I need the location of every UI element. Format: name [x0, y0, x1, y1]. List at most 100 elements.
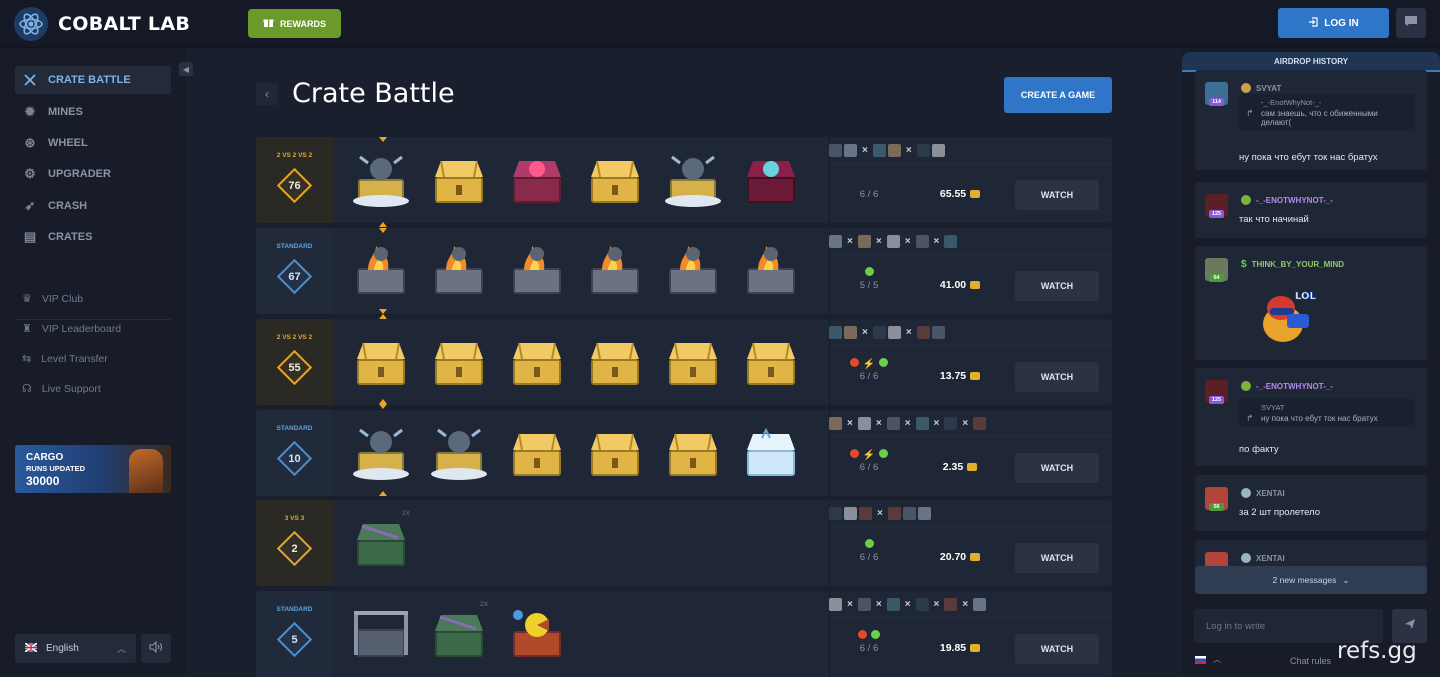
sidebar-item-crates[interactable]: ▤ CRATES	[15, 223, 171, 251]
airdrop-history-tab[interactable]: AIRDROP HISTORY	[1182, 52, 1440, 72]
sidebar-item-label: Live Support	[41, 382, 101, 395]
player-avatar[interactable]	[829, 417, 842, 430]
player-avatar[interactable]	[857, 598, 871, 611]
player-avatar[interactable]	[944, 417, 958, 430]
player-avatar[interactable]	[915, 235, 929, 248]
battle-row[interactable]: STANDARD 5 2X × × × × × 6 / 6 19.85 WATCH	[256, 591, 1112, 677]
watch-button[interactable]: WATCH	[1015, 271, 1099, 301]
player-avatar[interactable]	[973, 598, 987, 611]
message-text: по факту	[1239, 444, 1279, 455]
player-avatar[interactable]	[886, 598, 900, 611]
language-selector[interactable]: English ︿	[15, 634, 136, 663]
player-avatar[interactable]	[844, 326, 857, 339]
sidebar-item-level-transfer[interactable]: ⇆ Level Transfer	[22, 352, 108, 366]
sidebar-item-mines[interactable]: ✹ MINES	[15, 98, 171, 126]
username-text: -_-ENOTWHYNOT-_-	[1256, 381, 1333, 391]
ru-flag-icon[interactable]	[1195, 656, 1206, 664]
player-avatar[interactable]	[916, 144, 930, 157]
promo-amount: 30000	[26, 474, 60, 488]
sidebar-item-vip-club[interactable]: ♛ VIP Club	[22, 292, 83, 306]
chat-message: 56 XENTAI за 2 шт пролетело	[1195, 475, 1427, 531]
create-game-button[interactable]: CREATE A GAME	[1004, 77, 1112, 113]
player-avatar[interactable]	[844, 144, 857, 157]
player-avatar[interactable]	[829, 144, 842, 157]
battle-row[interactable]: STANDARD 10 × × × × × ⚡ 6 / 6 2.35 WATCH	[256, 410, 1112, 496]
player-avatar[interactable]	[887, 326, 901, 339]
player-avatar[interactable]	[829, 235, 842, 248]
lightning-icon: ⚡	[862, 359, 876, 370]
username[interactable]: SVYAT	[1241, 83, 1281, 93]
player-avatar[interactable]	[902, 507, 916, 520]
sidebar-item-live-support[interactable]: ☊ Live Support	[22, 382, 101, 396]
watch-button[interactable]: WATCH	[1015, 543, 1099, 573]
sidebar-item-upgrader[interactable]: ⚙ UPGRADER	[15, 160, 171, 188]
price-value: 13.75	[939, 370, 967, 382]
player-avatar[interactable]	[916, 326, 930, 339]
login-button[interactable]: LOG IN	[1278, 8, 1389, 38]
level-badge: 125	[1209, 210, 1224, 218]
level-badge: 125	[1209, 396, 1224, 404]
price-value: 41.00	[939, 279, 967, 291]
battle-row[interactable]: 3 VS 3 2 2X × 6 / 6 20.70 WATCH	[256, 500, 1112, 586]
watch-button[interactable]: WATCH	[1015, 453, 1099, 483]
player-avatar[interactable]	[829, 326, 842, 339]
crate-image	[582, 422, 648, 484]
info-divider	[830, 254, 1112, 255]
player-avatar[interactable]	[872, 326, 886, 339]
price-value: 65.55	[939, 188, 967, 200]
sidebar-item-crash[interactable]: ➶ CRASH	[15, 192, 171, 220]
chat-toggle-button[interactable]	[1396, 8, 1426, 38]
crate-image	[348, 240, 414, 302]
player-avatar[interactable]	[872, 144, 886, 157]
player-avatar[interactable]	[944, 235, 958, 248]
player-avatar[interactable]	[829, 507, 842, 520]
new-messages-button[interactable]: 2 new messages ⌄	[1195, 566, 1427, 594]
player-avatar[interactable]	[857, 235, 871, 248]
sidebar-item-wheel[interactable]: ⊛ WHEEL	[15, 129, 171, 157]
player-avatar[interactable]	[931, 326, 945, 339]
player-avatar[interactable]	[887, 144, 901, 157]
username[interactable]: -_-ENOTWHYNOT-_-	[1241, 195, 1333, 205]
sidebar-item-crate-battle[interactable]: CRATE BATTLE	[15, 66, 171, 94]
versus-separator: ×	[905, 145, 912, 156]
battle-modifiers	[839, 267, 899, 278]
rewards-button[interactable]: REWARDS	[248, 9, 341, 38]
username[interactable]: -_-ENOTWHYNOT-_-	[1241, 381, 1333, 391]
sidebar-item-label: UPGRADER	[48, 168, 111, 180]
sound-toggle-button[interactable]	[141, 634, 171, 663]
battle-row[interactable]: 2 VS 2 VS 2 55 × × ⚡ 6 / 6 13.75 WATCH	[256, 319, 1112, 405]
player-avatar[interactable]	[915, 598, 929, 611]
player-avatar[interactable]	[915, 417, 929, 430]
player-avatar[interactable]	[844, 507, 857, 520]
back-button[interactable]: ‹	[256, 83, 278, 105]
watch-button[interactable]: WATCH	[1015, 362, 1099, 392]
watch-button[interactable]: WATCH	[1015, 634, 1099, 664]
crate-image	[504, 603, 570, 665]
logo[interactable]: COBALT LAB	[14, 7, 190, 41]
player-avatar[interactable]	[886, 235, 900, 248]
username[interactable]: XENTAI	[1241, 553, 1285, 563]
username[interactable]: XENTAI	[1241, 488, 1285, 498]
player-avatar[interactable]	[887, 507, 901, 520]
player-avatar[interactable]	[917, 507, 931, 520]
cargo-promo-banner[interactable]: CARGO RUNS UPDATED 30000	[15, 445, 171, 493]
chat-rules-link[interactable]: Chat rules	[1290, 656, 1331, 666]
player-avatar[interactable]	[886, 417, 900, 430]
player-avatar[interactable]	[973, 417, 987, 430]
player-avatar[interactable]	[859, 507, 872, 520]
battle-row[interactable]: 2 VS 2 VS 2 76 × × 6 / 6 65.55 WATCH	[256, 137, 1112, 223]
player-avatar[interactable]	[931, 144, 945, 157]
player-avatar[interactable]	[829, 598, 842, 611]
quoted-username: SVYAT	[1261, 403, 1285, 412]
rank-icon	[1241, 553, 1251, 563]
sidebar-item-vip-leaderboard[interactable]: ♜ VIP Leaderboard	[22, 322, 121, 336]
watch-button[interactable]: WATCH	[1015, 180, 1099, 210]
versus-separator: ×	[904, 236, 911, 247]
player-avatar[interactable]	[857, 417, 871, 430]
battle-row[interactable]: STANDARD 67 × × × × 5 / 5 41.00 WATCH	[256, 228, 1112, 314]
gift-icon	[263, 17, 274, 30]
battle-mode-cell: 2 VS 2 VS 2 55	[256, 319, 333, 405]
player-avatar[interactable]	[944, 598, 958, 611]
crate-image	[738, 240, 804, 302]
username[interactable]: $ THINK_BY_YOUR_MIND	[1241, 259, 1344, 270]
